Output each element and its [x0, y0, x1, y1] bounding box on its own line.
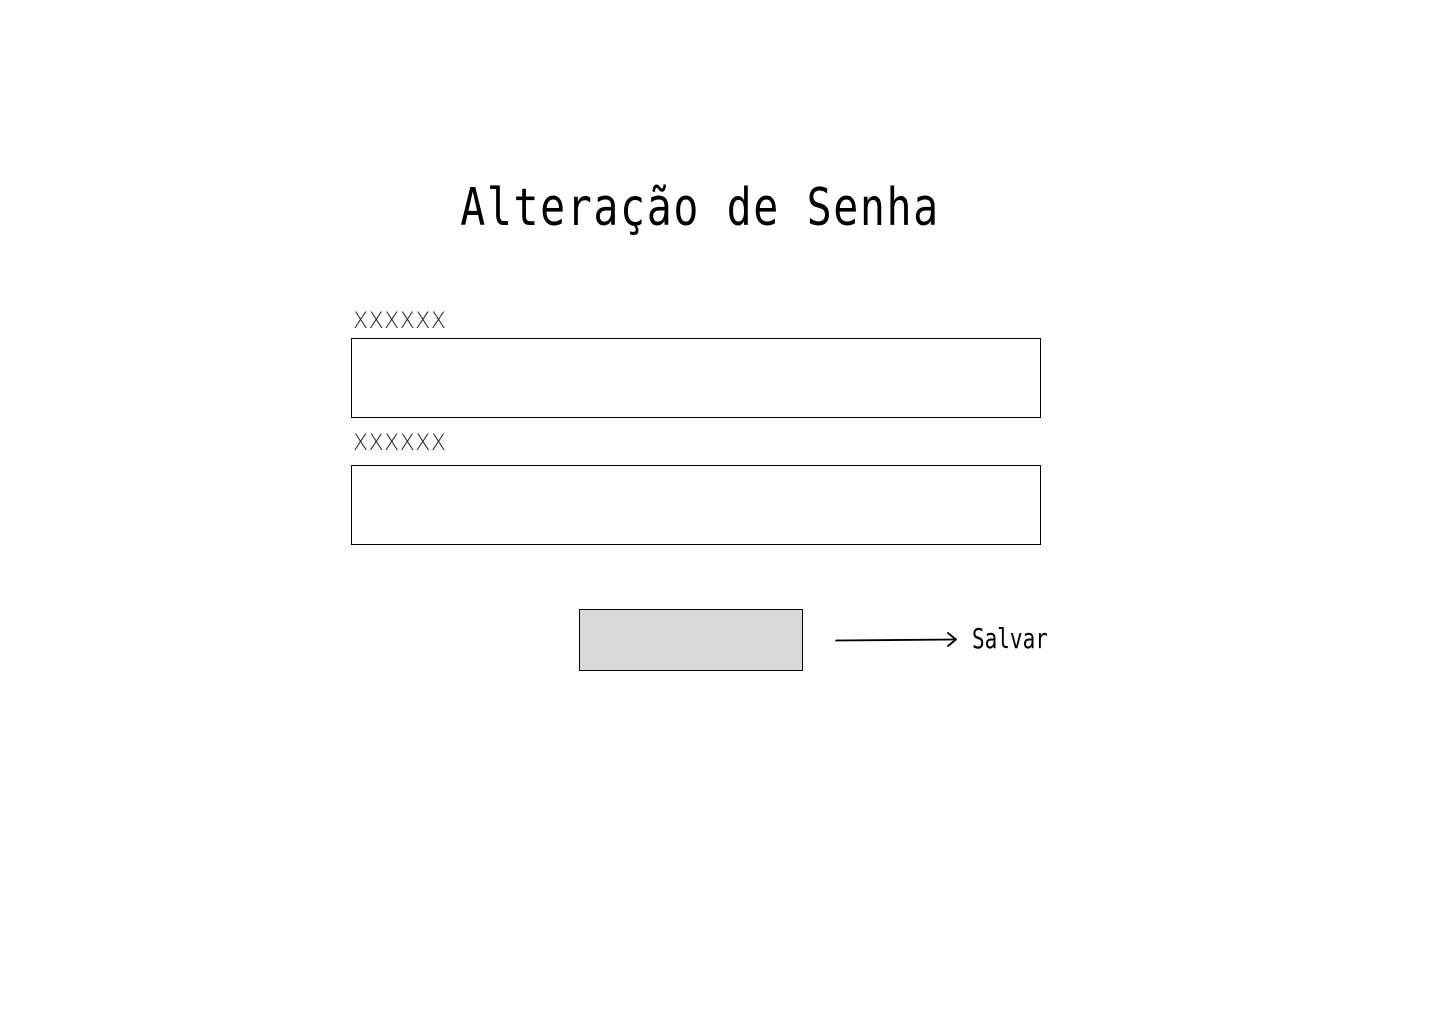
- field-label-1: XXXXXX: [353, 309, 447, 334]
- page-title: Alteração de Senha: [460, 178, 940, 238]
- field-label-2: XXXXXX: [353, 431, 447, 456]
- arrow-right-icon: [835, 632, 957, 647]
- password-field-1[interactable]: [351, 338, 1041, 418]
- password-field-2[interactable]: [351, 465, 1041, 545]
- save-annotation-label: Salvar: [972, 622, 1048, 655]
- save-button[interactable]: [579, 609, 803, 671]
